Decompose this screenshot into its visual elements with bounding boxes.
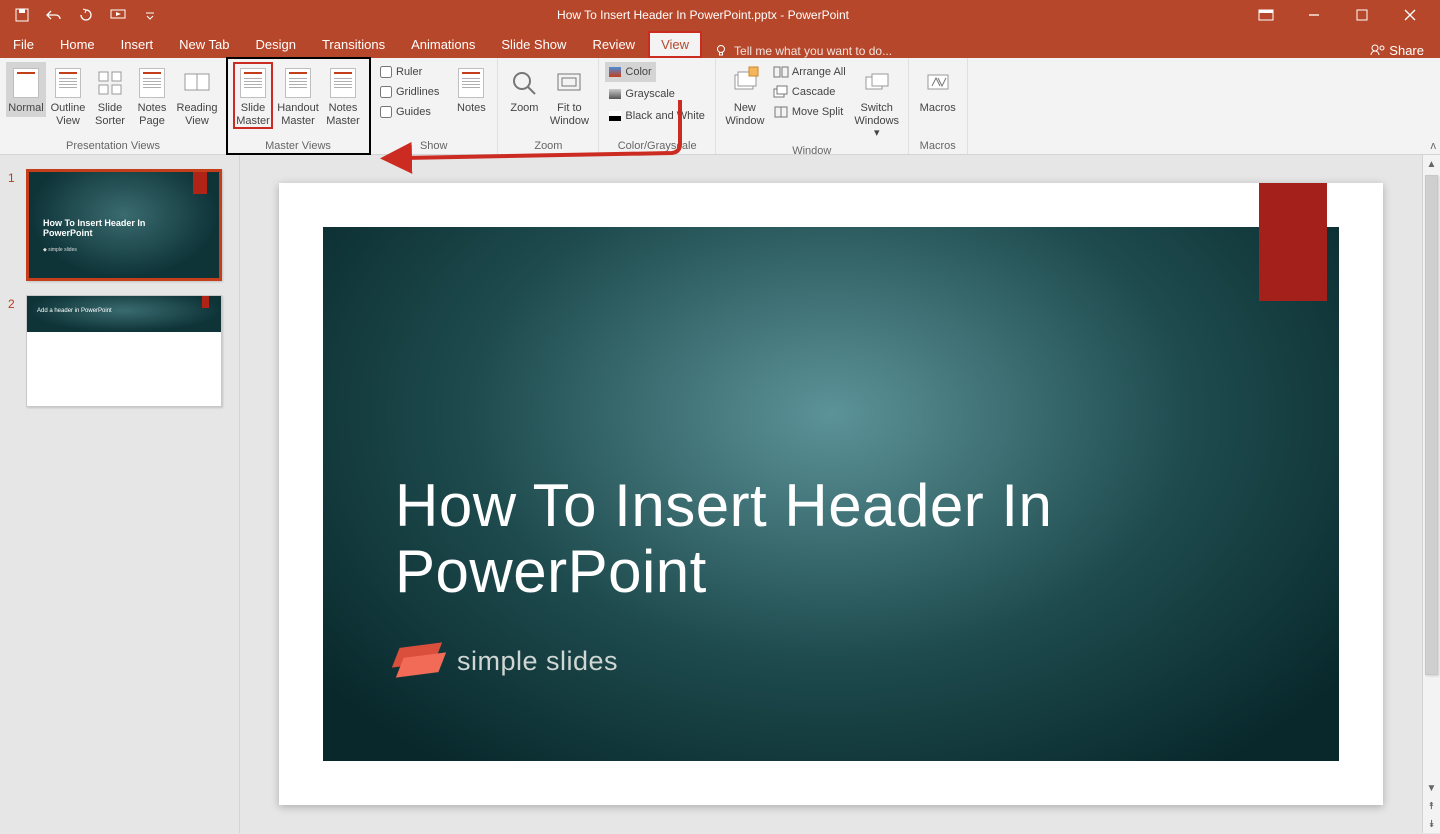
tab-new-tab[interactable]: New Tab — [166, 31, 242, 58]
group-zoom-label: Zoom — [504, 137, 592, 154]
tab-design[interactable]: Design — [243, 31, 309, 58]
qat-dropdown-icon[interactable] — [138, 3, 162, 27]
minimize-icon[interactable] — [1292, 1, 1336, 29]
lightbulb-icon — [714, 44, 728, 58]
group-color-grayscale: Color Grayscale Black and White Color/Gr… — [599, 58, 715, 154]
logo-icon — [395, 641, 443, 681]
undo-icon[interactable] — [42, 3, 66, 27]
tab-home[interactable]: Home — [47, 31, 108, 58]
tell-me-search[interactable]: Tell me what you want to do... — [702, 44, 1371, 58]
group-master-views: Slide Master Handout Master Notes Master… — [227, 58, 370, 154]
maximize-icon[interactable] — [1340, 1, 1384, 29]
outline-view-button[interactable]: Outline View — [48, 62, 88, 129]
prev-slide-icon[interactable]: ⯭ — [1423, 797, 1440, 815]
quick-access-toolbar — [0, 3, 162, 27]
move-split-icon — [774, 106, 788, 118]
share-button[interactable]: Share — [1371, 43, 1440, 58]
bw-swatch-icon — [609, 111, 621, 121]
thumbnail-2[interactable]: 2 Add a header in PowerPoint — [8, 295, 231, 407]
group-presentation-views-label: Presentation Views — [6, 137, 220, 154]
new-window-button[interactable]: New Window — [722, 62, 768, 129]
slideshow-icon[interactable] — [106, 3, 130, 27]
guides-checkbox[interactable]: Guides — [376, 102, 443, 122]
tab-insert[interactable]: Insert — [108, 31, 167, 58]
slide-title: How To Insert Header In PowerPoint — [395, 473, 1175, 605]
ribbon-display-icon[interactable] — [1244, 1, 1288, 29]
move-split-button[interactable]: Move Split — [770, 102, 850, 122]
slide: How To Insert Header In PowerPoint simpl… — [279, 183, 1383, 805]
workspace: 1 How To Insert Header In PowerPoint◆ si… — [0, 155, 1440, 833]
slide-ribbon-shape — [1259, 183, 1327, 301]
arrange-all-button[interactable]: Arrange All — [770, 62, 850, 82]
gridlines-checkbox[interactable]: Gridlines — [376, 82, 443, 102]
group-macros: Macros Macros — [909, 58, 968, 154]
scroll-down-icon[interactable]: ▼ — [1423, 779, 1440, 797]
tab-file[interactable]: File — [0, 31, 47, 58]
scroll-thumb[interactable] — [1425, 175, 1438, 675]
group-show: Ruler Gridlines Guides Notes Show — [370, 58, 498, 154]
collapse-ribbon-icon[interactable]: ʌ — [1431, 140, 1437, 152]
logo-text: simple slides — [457, 646, 618, 677]
ribbon: Normal Outline View Slide Sorter Notes P… — [0, 58, 1440, 155]
share-icon — [1371, 44, 1385, 58]
handout-master-button[interactable]: Handout Master — [275, 62, 321, 129]
slide-master-button[interactable]: Slide Master — [233, 62, 273, 129]
thumbnail-1[interactable]: 1 How To Insert Header In PowerPoint◆ si… — [8, 169, 231, 281]
grayscale-swatch-icon — [609, 89, 621, 99]
black-white-button[interactable]: Black and White — [605, 106, 708, 126]
group-presentation-views: Normal Outline View Slide Sorter Notes P… — [0, 58, 227, 154]
macros-button[interactable]: Macros — [915, 62, 961, 117]
tab-animations[interactable]: Animations — [398, 31, 488, 58]
notes-button[interactable]: Notes — [451, 62, 491, 117]
arrange-all-icon — [774, 66, 788, 78]
group-zoom: Zoom Fit to Window Zoom — [498, 58, 599, 154]
slide-thumbnail-pane[interactable]: 1 How To Insert Header In PowerPoint◆ si… — [0, 155, 240, 833]
ribbon-tabs: File Home Insert New Tab Design Transiti… — [0, 29, 1440, 58]
tab-slideshow[interactable]: Slide Show — [488, 31, 579, 58]
slide-logo: simple slides — [395, 641, 618, 681]
ruler-checkbox[interactable]: Ruler — [376, 62, 443, 82]
group-master-views-label: Master Views — [233, 137, 363, 154]
notes-page-button[interactable]: Notes Page — [132, 62, 172, 129]
window-title: How To Insert Header In PowerPoint.pptx … — [162, 8, 1244, 22]
grayscale-button[interactable]: Grayscale — [605, 84, 679, 104]
close-icon[interactable] — [1388, 1, 1432, 29]
group-show-label: Show — [376, 137, 491, 154]
save-icon[interactable] — [10, 3, 34, 27]
fit-to-window-button[interactable]: Fit to Window — [546, 62, 592, 129]
switch-windows-button[interactable]: Switch Windows ▾ — [852, 62, 902, 142]
tab-view[interactable]: View — [648, 31, 702, 58]
scroll-up-icon[interactable]: ▲ — [1423, 155, 1440, 173]
normal-view-button[interactable]: Normal — [6, 62, 46, 117]
group-macros-label: Macros — [915, 137, 961, 154]
redo-icon[interactable] — [74, 3, 98, 27]
group-color-grayscale-label: Color/Grayscale — [605, 137, 708, 154]
slide-sorter-button[interactable]: Slide Sorter — [90, 62, 130, 129]
cascade-icon — [774, 86, 788, 98]
color-button[interactable]: Color — [605, 62, 655, 82]
chevron-down-icon: ▾ — [874, 127, 880, 139]
color-swatch-icon — [609, 67, 621, 77]
title-bar: How To Insert Header In PowerPoint.pptx … — [0, 0, 1440, 29]
tell-me-label: Tell me what you want to do... — [734, 44, 892, 58]
notes-master-button[interactable]: Notes Master — [323, 62, 363, 129]
vertical-scrollbar[interactable]: ▲ ▼ ⯭ ⯯ — [1422, 155, 1440, 833]
next-slide-icon[interactable]: ⯯ — [1423, 815, 1440, 833]
tab-transitions[interactable]: Transitions — [309, 31, 398, 58]
group-window: New Window Arrange All Cascade Move Spli… — [716, 58, 909, 154]
reading-view-button[interactable]: Reading View — [174, 62, 220, 129]
slide-canvas[interactable]: How To Insert Header In PowerPoint simpl… — [240, 155, 1422, 833]
cascade-button[interactable]: Cascade — [770, 82, 850, 102]
tab-review[interactable]: Review — [579, 31, 648, 58]
share-label: Share — [1389, 43, 1424, 58]
zoom-button[interactable]: Zoom — [504, 62, 544, 117]
